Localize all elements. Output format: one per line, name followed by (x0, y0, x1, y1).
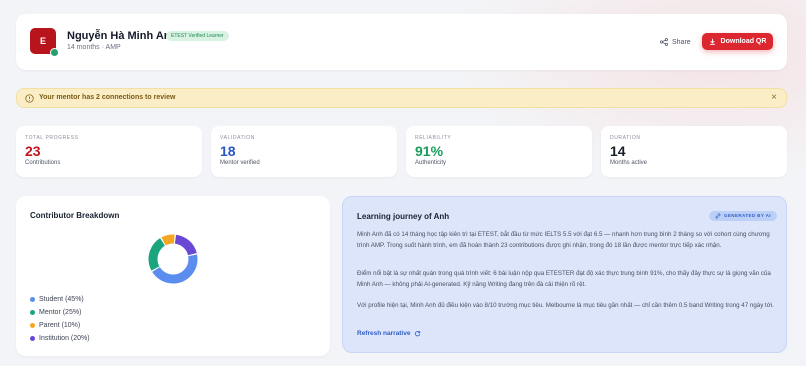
legend-item-mentor: Mentor (25%) (30, 306, 90, 319)
link-icon (715, 213, 721, 219)
share-icon (660, 38, 668, 46)
learner-name: Nguyễn Hà Minh Anh (67, 30, 178, 42)
legend-item-student: Student (45%) (30, 293, 90, 306)
share-label: Share (672, 38, 691, 46)
avatar-initial: E (39, 36, 46, 46)
stat-subtitle: Contributions (25, 160, 61, 166)
learning-journey-card: Learning journey of Anh GENERATED BY AI … (342, 196, 787, 353)
close-icon[interactable]: × (771, 92, 777, 103)
legend-dot (30, 336, 35, 341)
refresh-label: Refresh narrative (357, 330, 411, 337)
download-label: Download QR (720, 38, 767, 45)
stat-card-duration: DURATION 14 Months active (601, 126, 787, 177)
stat-value: 23 (25, 143, 41, 159)
download-qr-button[interactable]: Download QR (702, 33, 773, 50)
stat-label: TOTAL PROGRESS (25, 135, 79, 141)
legend-label: Institution (20%) (39, 335, 90, 342)
legend-label: Student (45%) (39, 296, 84, 303)
breakdown-title: Contributor Breakdown (30, 211, 120, 220)
stat-value: 14 (610, 143, 626, 159)
ai-generated-badge: GENERATED BY AI (709, 211, 777, 221)
stat-subtitle: Authenticity (415, 160, 447, 166)
refresh-icon (415, 331, 421, 337)
legend-dot (30, 323, 35, 328)
legend-label: Parent (10%) (39, 322, 81, 329)
narrative-paragraph: Minh Anh đã có 14 tháng học tập kiên trì… (357, 231, 770, 249)
profile-header: E Nguyễn Hà Minh Anh ETEST Verified Lear… (16, 14, 787, 70)
stat-value: 91% (415, 143, 444, 159)
legend-dot (30, 297, 35, 302)
legend-item-parent: Parent (10%) (30, 319, 90, 332)
stat-card-reliability: RELIABILITY 91% Authenticity (406, 126, 592, 177)
learner-meta: 14 months · AMP (67, 44, 121, 51)
stat-card-total-progress: TOTAL PROGRESS 23 Contributions (16, 126, 202, 177)
info-icon (25, 94, 34, 103)
stat-card-validation: VALIDATION 18 Mentor verified (211, 126, 397, 177)
verified-badge: ETEST Verified Learner (166, 31, 229, 41)
mentor-alert-banner: Your mentor has 2 connections to review … (16, 88, 787, 108)
online-status-dot (50, 48, 59, 57)
share-button[interactable]: Share (656, 34, 695, 50)
narrative-paragraph: Điểm nổi bật là sự nhất quán trong quá t… (357, 270, 771, 288)
narrative-title: Learning journey of Anh (357, 212, 450, 221)
breakdown-legend: Student (45%) Mentor (25%) Parent (10%) … (30, 293, 90, 345)
ai-badge-label: GENERATED BY AI (724, 213, 771, 218)
alert-text: Your mentor has 2 connections to review (39, 94, 176, 101)
stat-label: RELIABILITY (415, 135, 452, 141)
narrative-paragraph: Với profile hiện tại, Minh Anh đủ điều k… (357, 302, 774, 309)
download-icon (709, 38, 715, 45)
contributor-breakdown-card: Contributor Breakdown Student (45%) Ment… (16, 196, 330, 356)
stat-label: DURATION (610, 135, 641, 141)
legend-dot (30, 310, 35, 315)
refresh-narrative-link[interactable]: Refresh narrative (357, 330, 421, 337)
stat-subtitle: Months active (610, 160, 648, 166)
legend-label: Mentor (25%) (39, 309, 82, 316)
contributor-donut-chart (148, 234, 198, 284)
legend-item-institution: Institution (20%) (30, 332, 90, 345)
stat-label: VALIDATION (220, 135, 255, 141)
stat-value: 18 (220, 143, 236, 159)
stat-subtitle: Mentor verified (220, 160, 260, 166)
